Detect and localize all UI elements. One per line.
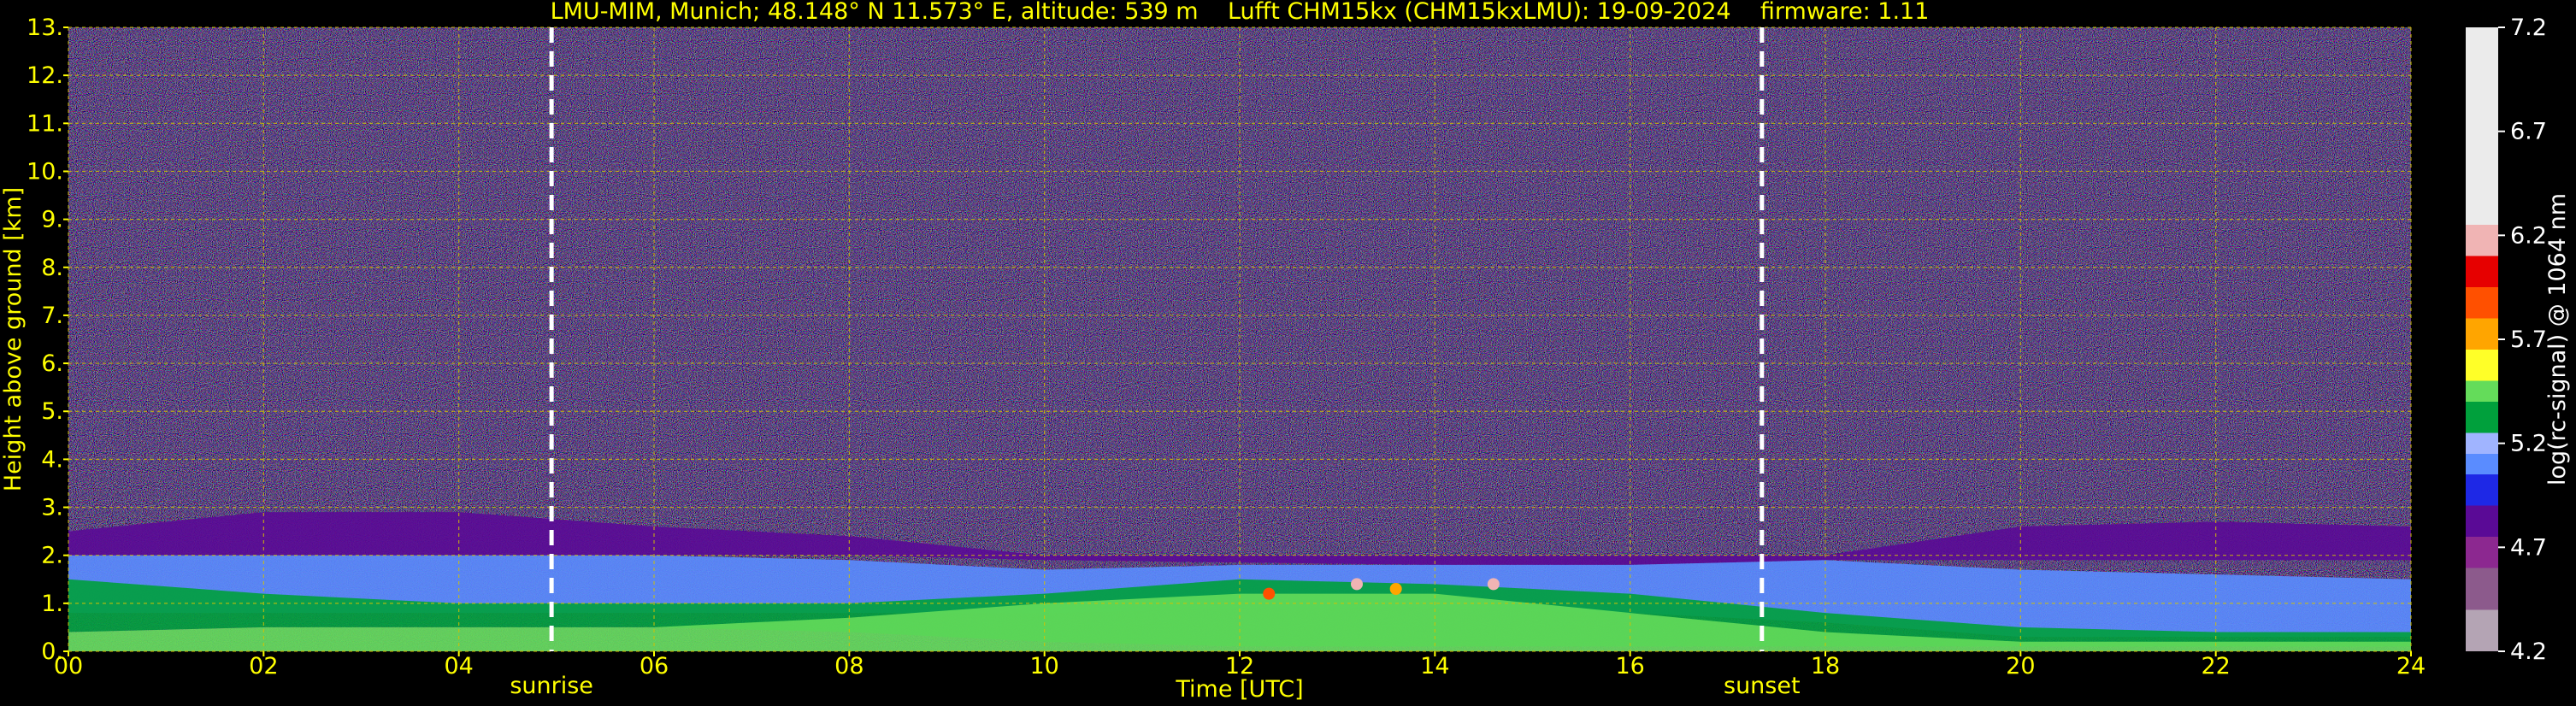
y-tick-label: 7. (41, 303, 63, 329)
y-tick-label: 10. (27, 158, 63, 185)
colorbar-tick-label: 6.7 (2510, 119, 2547, 145)
x-tick-label: 02 (249, 653, 278, 680)
y-tick-label: 0. (41, 638, 63, 665)
y-tick-label: 6. (41, 350, 63, 377)
colorbar-strip (2466, 27, 2498, 651)
cloud-return (1263, 587, 1276, 600)
x-tick-label: 14 (1420, 653, 1449, 680)
x-tick-label: 04 (444, 653, 473, 680)
marker-label-sunset: sunset (1724, 673, 1801, 699)
x-tick-label: 10 (1029, 653, 1058, 680)
colorbar-tick-label: 5.2 (2510, 431, 2547, 457)
y-tick-label: 11. (27, 110, 63, 137)
y-tick-label: 13. (27, 15, 63, 41)
plot-area: sunrise sunset (68, 26, 2412, 699)
x-tick-label: 16 (1615, 653, 1644, 680)
x-tick-label: 08 (834, 653, 864, 680)
colorbar-ticks: 4.2 4.7 5.2 5.7 6.2 6.7 7.2 (2498, 15, 2547, 665)
colorbar-tick-label: 4.2 (2510, 638, 2547, 665)
marker-label-sunrise: sunrise (510, 673, 593, 699)
y-axis-label: Height above ground [km] (0, 187, 27, 491)
colorbar-tick-label: 4.7 (2510, 534, 2547, 561)
colorbar-label: log(rc-signal) @ 1064 nm (2544, 193, 2571, 485)
y-tick-label: 1. (41, 591, 63, 617)
y-tick-label: 5. (41, 398, 63, 425)
colorbar-tick-label: 7.2 (2510, 15, 2547, 41)
y-tick-label: 8. (41, 255, 63, 281)
x-tick-label: 22 (2201, 653, 2230, 680)
y-axis-ticks: 0. 1. 2. 3. 4. 5. 6. 7. 8. 9. 10. 11. 12. 13. (27, 15, 68, 665)
cloud-return (1351, 578, 1363, 591)
x-tick-label: 06 (640, 653, 669, 680)
cloud-return (1487, 578, 1500, 591)
chart-title: LMU-MIM, Munich; 48.148° N 11.573° E, al… (551, 0, 1930, 25)
colorbar: 4.2 4.7 5.2 5.7 6.2 6.7 7.2 log(rc-signal) @ 1… (2466, 15, 2571, 665)
cloud-return (1389, 583, 1402, 595)
y-tick-label: 4. (41, 446, 63, 473)
y-tick-label: 9. (41, 207, 63, 233)
y-tick-label: 3. (41, 495, 63, 521)
colorbar-tick-label: 6.2 (2510, 222, 2547, 249)
y-tick-label: 2. (41, 543, 63, 569)
ceilometer-figure: LMU-MIM, Munich; 48.148° N 11.573° E, al… (0, 0, 2571, 703)
colorbar-tick-label: 5.7 (2510, 327, 2547, 353)
x-tick-label: 24 (2396, 653, 2426, 680)
x-tick-label: 18 (1811, 653, 1840, 680)
x-tick-label: 20 (2006, 653, 2035, 680)
y-tick-label: 12. (27, 62, 63, 89)
x-axis-label: Time [UTC] (1175, 676, 1303, 703)
